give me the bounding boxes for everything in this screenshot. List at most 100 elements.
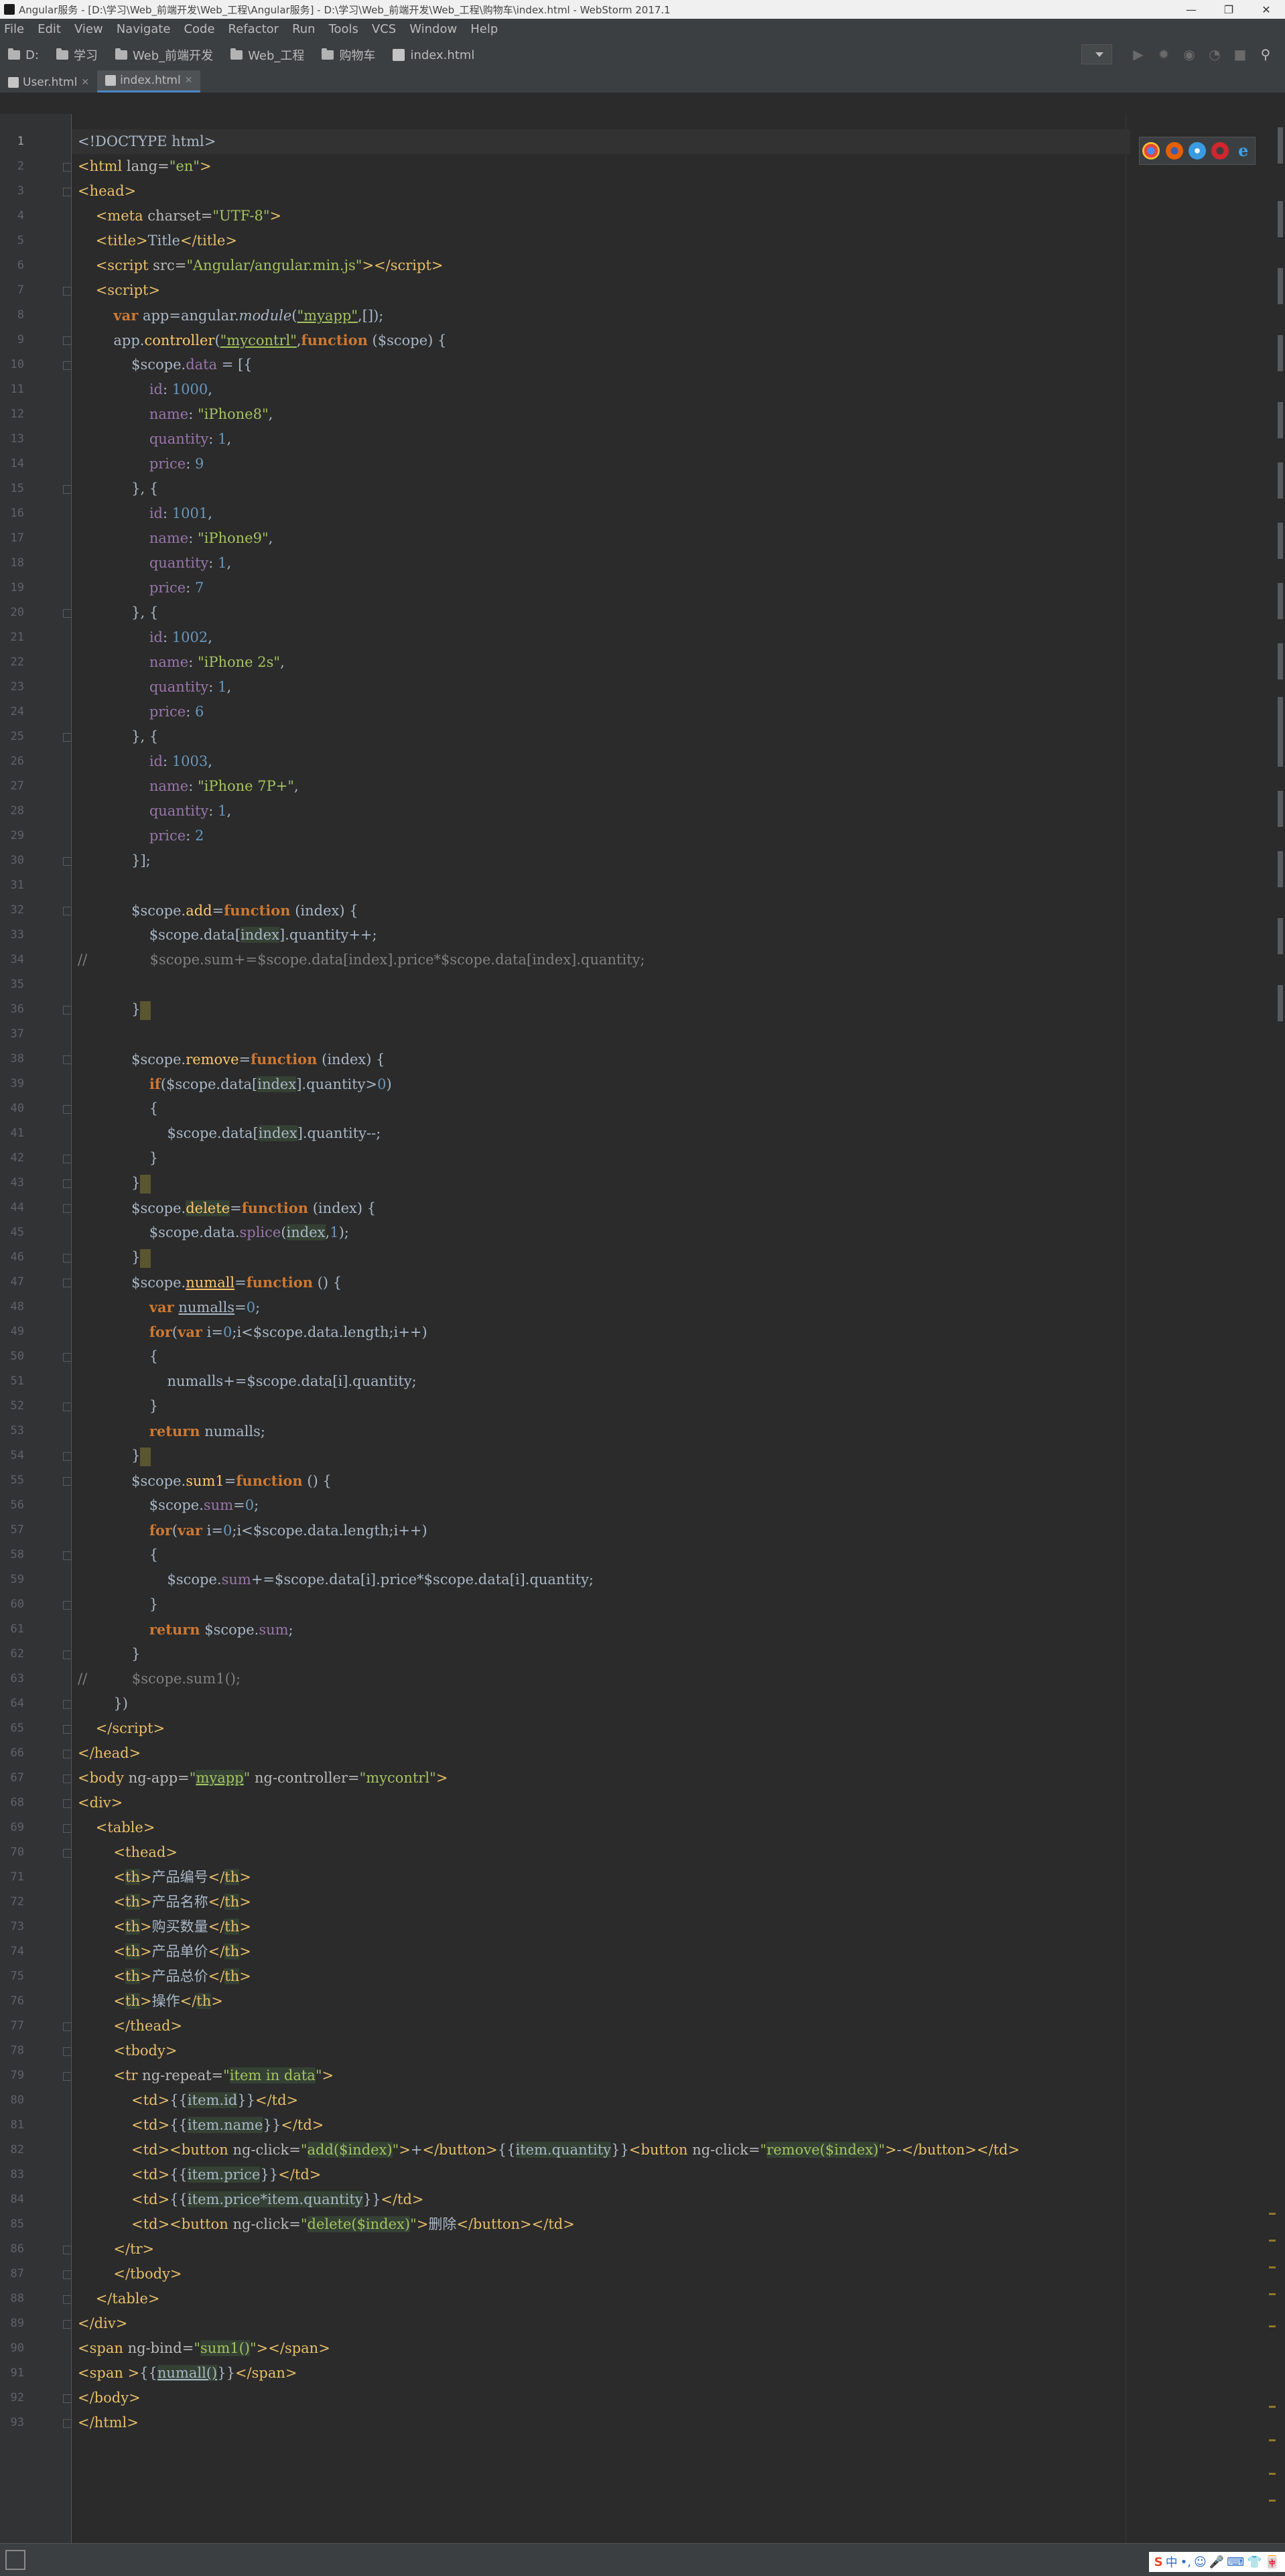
fold-toggle[interactable] — [63, 1799, 72, 1808]
skin-icon[interactable]: 👕 — [1247, 2555, 1262, 2569]
close-button[interactable]: ✕ — [1247, 0, 1285, 19]
fold-toggle[interactable] — [63, 2022, 72, 2031]
fold-toggle[interactable] — [63, 2320, 72, 2329]
fold-toggle[interactable] — [63, 857, 72, 866]
breadcrumb-cart[interactable]: 购物车 — [322, 46, 375, 64]
tab-user-html[interactable]: User.html ✕ — [0, 72, 97, 92]
microphone-icon[interactable]: 🎤 — [1209, 2555, 1224, 2569]
warning-marker[interactable] — [1269, 2406, 1276, 2408]
warning-marker[interactable] — [1269, 2293, 1276, 2295]
keyboard-icon[interactable]: ⌨ — [1227, 2555, 1244, 2569]
profile-icon[interactable]: ◔ — [1207, 46, 1222, 62]
menu-file[interactable]: File — [0, 22, 31, 36]
coverage-icon[interactable]: ◉ — [1182, 46, 1197, 62]
close-tab-icon[interactable]: ✕ — [185, 75, 193, 86]
maximize-button[interactable]: ❐ — [1210, 0, 1247, 19]
search-icon[interactable]: ⚲ — [1258, 46, 1273, 62]
fold-toggle[interactable] — [63, 287, 72, 296]
fold-toggle[interactable] — [63, 1006, 72, 1015]
warning-marker[interactable] — [1269, 2213, 1276, 2215]
warning-marker[interactable] — [1269, 2439, 1276, 2441]
fold-toggle[interactable] — [63, 2419, 72, 2428]
fold-toggle[interactable] — [63, 907, 72, 915]
warning-marker[interactable] — [1269, 2473, 1276, 2475]
fold-toggle[interactable] — [63, 1055, 72, 1064]
fold-toggle[interactable] — [63, 485, 72, 494]
code-line: 20 }, { — [11, 600, 1130, 625]
fold-toggle[interactable] — [63, 1824, 72, 1833]
line-number: 25 — [10, 730, 24, 743]
warning-marker[interactable] — [1269, 2500, 1276, 2502]
language-toggle[interactable]: 中 — [1166, 2553, 1178, 2571]
fold-toggle[interactable] — [63, 1651, 72, 1659]
fold-toggle[interactable] — [63, 1105, 72, 1114]
menu-window[interactable]: Window — [403, 22, 464, 36]
code-area[interactable]: 1 <!DOCTYPE html> 2 <html lang="en"> 3 <hea… — [11, 114, 1285, 2543]
stop-icon[interactable]: ■ — [1233, 46, 1247, 62]
fold-toggle[interactable] — [63, 1452, 72, 1461]
menu-help[interactable]: Help — [464, 22, 504, 36]
minimize-button[interactable]: — — [1172, 0, 1210, 19]
emoji-icon[interactable]: ☺ — [1194, 2555, 1207, 2569]
fold-toggle[interactable] — [63, 1551, 72, 1560]
fold-toggle[interactable] — [63, 733, 72, 742]
fold-toggle[interactable] — [63, 2394, 72, 2403]
menu-navigate[interactable]: Navigate — [110, 22, 178, 36]
fold-toggle[interactable] — [63, 1204, 72, 1213]
fold-toggle[interactable] — [63, 2072, 72, 2081]
line-number: 84 — [10, 2193, 24, 2206]
vertical-scrollbar[interactable] — [1276, 114, 1285, 2543]
tab-index-html[interactable]: index.html ✕ — [97, 70, 201, 92]
fold-toggle[interactable] — [63, 1254, 72, 1263]
fold-toggle[interactable] — [63, 336, 72, 345]
run-configuration-dropdown[interactable] — [1081, 44, 1112, 64]
breadcrumb-web-frontend[interactable]: Web_前端开发 — [115, 46, 213, 64]
code-editor[interactable]: e 1 <!DOCTYPE html> 2 <html lang="en"> 3 <h… — [0, 114, 1285, 2543]
fold-toggle[interactable] — [63, 1155, 72, 1163]
fold-toggle[interactable] — [63, 1775, 72, 1783]
fold-toggle[interactable] — [63, 188, 72, 196]
line-number: 43 — [10, 1176, 24, 1189]
fold-toggle[interactable] — [63, 1750, 72, 1758]
fold-toggle[interactable] — [63, 2246, 72, 2254]
tool-windows-icon[interactable] — [5, 2550, 25, 2570]
menu-code[interactable]: Code — [177, 22, 221, 36]
fold-toggle[interactable] — [63, 1179, 72, 1188]
menu-tools[interactable]: Tools — [322, 22, 365, 36]
code-line: 27 name: "iPhone 7P+", — [11, 774, 1130, 799]
menu-edit[interactable]: Edit — [31, 22, 68, 36]
warning-marker[interactable] — [1269, 2325, 1276, 2327]
breadcrumb-label: Web_工程 — [248, 49, 305, 63]
sogou-icon[interactable]: S — [1154, 2555, 1163, 2569]
fold-toggle[interactable] — [63, 1279, 72, 1287]
close-tab-icon[interactable]: ✕ — [81, 77, 89, 88]
menu-run[interactable]: Run — [285, 22, 322, 36]
run-icon[interactable]: ▶ — [1131, 46, 1146, 62]
toolbox-icon[interactable]: 🀄 — [1265, 2555, 1280, 2569]
punctuation-toggle[interactable]: •, — [1180, 2555, 1191, 2569]
warning-marker[interactable] — [1269, 2240, 1276, 2242]
menu-vcs[interactable]: VCS — [365, 22, 403, 36]
fold-toggle[interactable] — [63, 361, 72, 370]
fold-toggle[interactable] — [63, 609, 72, 618]
breadcrumb-study[interactable]: 学习 — [56, 46, 98, 64]
fold-toggle[interactable] — [63, 163, 72, 172]
fold-toggle[interactable] — [63, 1700, 72, 1709]
breadcrumb-web-project[interactable]: Web_工程 — [230, 46, 304, 64]
fold-toggle[interactable] — [63, 2047, 72, 2056]
fold-toggle[interactable] — [63, 1601, 72, 1610]
menu-view[interactable]: View — [68, 22, 110, 36]
breadcrumb-drive[interactable]: D: — [8, 48, 39, 62]
fold-toggle[interactable] — [63, 1849, 72, 1858]
breadcrumb-file[interactable]: index.html — [393, 48, 474, 62]
menu-refactor[interactable]: Refactor — [222, 22, 286, 36]
fold-toggle[interactable] — [63, 1353, 72, 1362]
fold-toggle[interactable] — [63, 1477, 72, 1486]
line-number: 33 — [10, 928, 24, 942]
fold-toggle[interactable] — [63, 2295, 72, 2304]
fold-toggle[interactable] — [63, 1725, 72, 1734]
warning-marker[interactable] — [1269, 2266, 1276, 2268]
debug-icon[interactable]: ✹ — [1156, 46, 1171, 62]
fold-toggle[interactable] — [63, 2270, 72, 2279]
fold-toggle[interactable] — [63, 1403, 72, 1411]
